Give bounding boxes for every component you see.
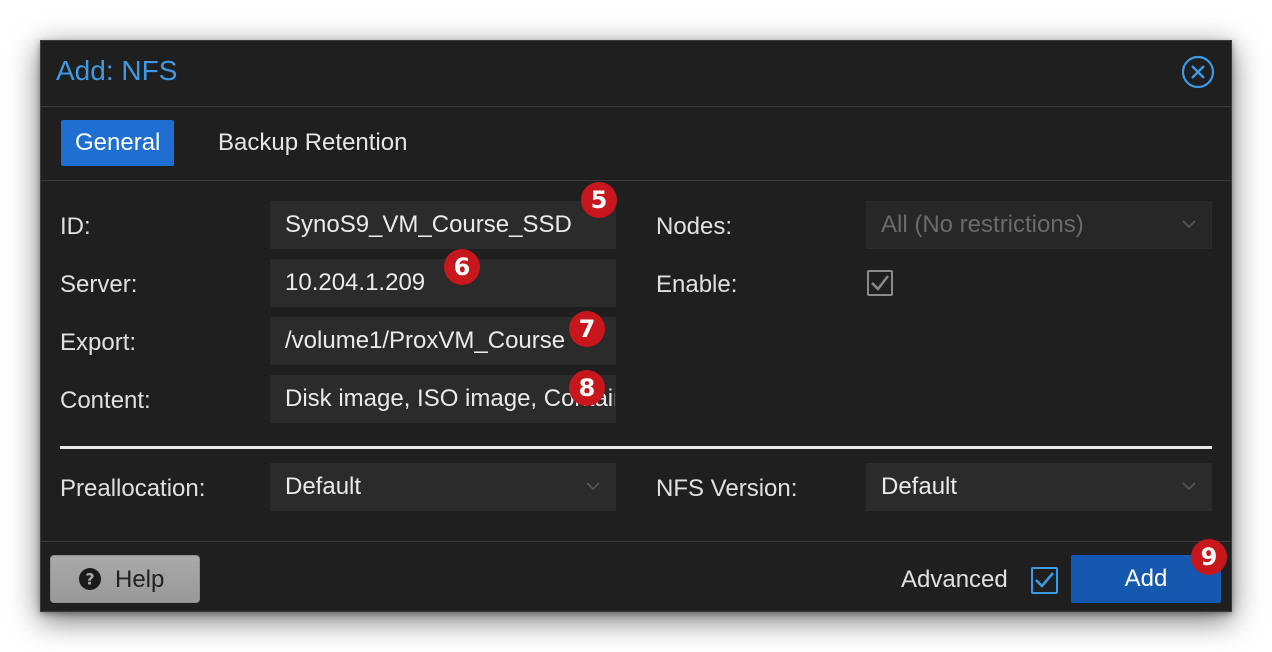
tab-bar: General Backup Retention: [41, 107, 1231, 181]
add-nfs-dialog: Add: NFS General Backup Retention ID: Sy…: [40, 40, 1232, 612]
help-button-label: Help: [115, 566, 165, 593]
preallocation-select-value: Default: [285, 473, 362, 500]
checkmark-icon: [871, 275, 889, 291]
close-icon[interactable]: [1181, 55, 1215, 89]
annotation-badge-6: 6: [444, 249, 480, 285]
nodes-select[interactable]: All (No restrictions): [866, 201, 1212, 249]
tab-general[interactable]: General: [61, 120, 175, 166]
server-field[interactable]: 10.204.1.209: [270, 259, 616, 307]
id-field[interactable]: SynoS9_VM_Course_SSD: [270, 201, 616, 249]
preallocation-select[interactable]: Default: [270, 463, 616, 511]
chevron-down-icon: [1182, 220, 1196, 229]
annotation-badge-7: 7: [569, 311, 605, 347]
id-label: ID:: [60, 213, 91, 240]
svg-text:?: ?: [85, 570, 94, 589]
chevron-down-icon: [586, 482, 600, 491]
section-separator: [60, 446, 1212, 449]
chevron-down-icon: [1182, 482, 1196, 491]
dialog-title: Add: NFS: [56, 55, 178, 86]
annotation-badge-9: 9: [1191, 539, 1227, 575]
dialog-titlebar: Add: NFS: [41, 41, 1231, 107]
content-field[interactable]: Disk image, ISO image, Container templat…: [270, 375, 616, 423]
dialog-footer: ? Help Advanced Add 9: [41, 539, 1231, 613]
nfs-version-label: NFS Version:: [656, 475, 798, 502]
nfs-version-select-value: Default: [881, 473, 958, 500]
server-label: Server:: [60, 271, 138, 298]
nodes-label: Nodes:: [656, 213, 733, 240]
advanced-checkbox[interactable]: [1031, 567, 1058, 594]
nodes-select-value: All (No restrictions): [881, 211, 1084, 238]
advanced-label: Advanced: [901, 566, 1008, 593]
content-label: Content:: [60, 387, 151, 414]
enable-label: Enable:: [656, 271, 738, 298]
annotation-badge-5: 5: [581, 182, 617, 218]
enable-checkbox[interactable]: [867, 270, 893, 296]
tab-backup-retention[interactable]: Backup Retention: [204, 120, 421, 166]
preallocation-label: Preallocation:: [60, 475, 206, 502]
help-button[interactable]: ? Help: [50, 555, 200, 603]
question-circle-icon: ?: [79, 568, 101, 590]
annotation-badge-8: 8: [569, 370, 605, 406]
nfs-version-select[interactable]: Default: [866, 463, 1212, 511]
checkmark-icon: [1035, 572, 1054, 588]
export-label: Export:: [60, 329, 137, 356]
export-field[interactable]: /volume1/ProxVM_Course: [270, 317, 616, 365]
